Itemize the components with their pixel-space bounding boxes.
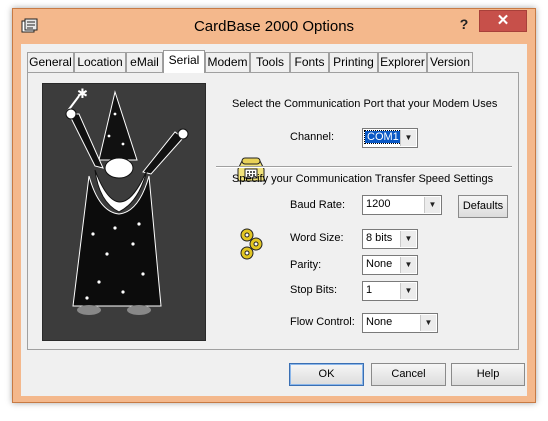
flow-control-label: Flow Control: xyxy=(290,316,355,328)
tab-modem[interactable]: Modem xyxy=(205,52,250,72)
word-size-label: Word Size: xyxy=(290,232,344,244)
title-bar[interactable]: CardBase 2000 Options ? ✕ xyxy=(13,9,535,44)
section-divider xyxy=(216,166,512,168)
tab-version[interactable]: Version xyxy=(427,52,473,72)
speed-heading: Specify your Communication Transfer Spee… xyxy=(232,173,494,185)
chevron-down-icon[interactable]: ▼ xyxy=(424,197,440,213)
parity-value: None xyxy=(366,258,393,270)
baud-rate-label: Baud Rate: xyxy=(290,199,346,211)
chevron-down-icon[interactable]: ▼ xyxy=(420,315,436,331)
stop-bits-label: Stop Bits: xyxy=(290,284,338,296)
help-button[interactable]: Help xyxy=(451,363,525,386)
stop-bits-select[interactable]: 1 ▼ xyxy=(362,281,418,301)
tab-location[interactable]: Location xyxy=(74,52,126,72)
options-window: CardBase 2000 Options ? ✕ General Locati… xyxy=(12,8,536,403)
port-heading: Select the Communication Port that your … xyxy=(232,98,498,110)
gears-icon xyxy=(240,228,263,260)
baud-rate-value: 1200 xyxy=(366,198,391,210)
close-button[interactable]: ✕ xyxy=(479,10,527,32)
serial-panel: ✱ Select the Communication Port that you… xyxy=(27,72,519,350)
parity-label: Parity: xyxy=(290,259,322,271)
tab-printing[interactable]: Printing xyxy=(329,52,378,72)
tab-serial[interactable]: Serial xyxy=(163,50,205,73)
stop-bits-value: 1 xyxy=(366,284,373,296)
dialog-client: General Location eMail Serial Modem Tool… xyxy=(21,44,527,396)
parity-select[interactable]: None ▼ xyxy=(362,255,418,275)
tab-explorer[interactable]: Explorer xyxy=(378,52,427,72)
channel-label: Channel: xyxy=(290,131,335,143)
flow-control-value: None xyxy=(366,316,393,328)
word-size-select[interactable]: 8 bits ▼ xyxy=(362,229,418,249)
tab-email[interactable]: eMail xyxy=(126,52,163,72)
tab-general[interactable]: General xyxy=(27,52,74,72)
help-title-button[interactable]: ? xyxy=(451,13,477,35)
channel-select[interactable]: COM1 ▼ xyxy=(362,128,418,148)
chevron-down-icon[interactable]: ▼ xyxy=(400,231,416,247)
ok-button[interactable]: OK xyxy=(289,363,364,386)
channel-value: COM1 xyxy=(364,130,402,144)
svg-text:✱: ✱ xyxy=(77,87,88,102)
chevron-down-icon[interactable]: ▼ xyxy=(400,283,416,299)
tab-fonts[interactable]: Fonts xyxy=(290,52,329,72)
chevron-down-icon[interactable]: ▼ xyxy=(400,130,416,146)
wizard-image: ✱ xyxy=(65,87,189,315)
flow-control-select[interactable]: None ▼ xyxy=(362,313,438,333)
tab-tools[interactable]: Tools xyxy=(250,52,290,72)
wizard-illustration: ✱ xyxy=(42,83,206,341)
chevron-down-icon[interactable]: ▼ xyxy=(400,257,416,273)
defaults-button[interactable]: Defaults xyxy=(458,195,508,218)
baud-rate-select[interactable]: 1200 ▼ xyxy=(362,195,442,215)
cancel-button[interactable]: Cancel xyxy=(371,363,446,386)
word-size-value: 8 bits xyxy=(366,232,393,244)
